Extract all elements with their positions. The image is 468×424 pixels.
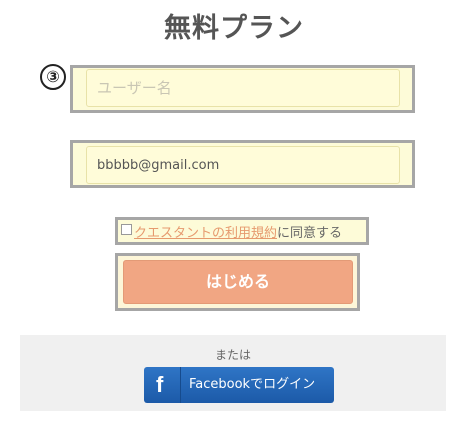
terms-agreement-text: クエスタントの利用規約に同意する bbox=[134, 222, 342, 241]
username-input[interactable] bbox=[86, 69, 400, 107]
start-button[interactable]: はじめる bbox=[123, 260, 353, 304]
terms-of-service-link[interactable]: クエスタントの利用規約 bbox=[134, 226, 277, 241]
facebook-login-label: Facebookでログイン bbox=[189, 377, 316, 392]
facebook-login-button[interactable]: f Facebookでログイン bbox=[144, 367, 334, 403]
email-input[interactable] bbox=[86, 146, 400, 184]
social-login-panel: または f Facebookでログイン bbox=[20, 335, 446, 411]
step-number-badge: ③ bbox=[40, 64, 66, 90]
terms-checkbox[interactable] bbox=[121, 224, 132, 235]
terms-agree-label: に同意する bbox=[277, 226, 343, 241]
facebook-icon-cell: f bbox=[144, 367, 181, 403]
page-title: 無料プラン bbox=[164, 13, 304, 44]
or-divider-text: または bbox=[214, 348, 251, 362]
facebook-icon: f bbox=[156, 372, 164, 397]
